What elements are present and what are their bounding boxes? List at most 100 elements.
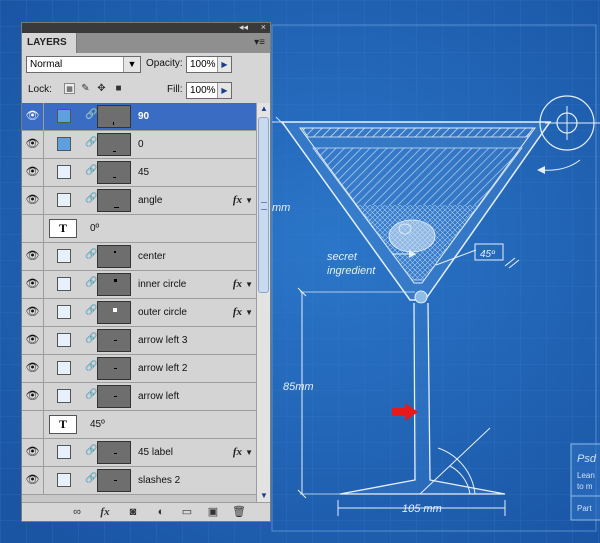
eye-icon[interactable]: 👁 — [22, 103, 44, 130]
lock-transparency-icon[interactable]: ▦ — [64, 83, 75, 94]
layer-row[interactable]: 👁 🔗 angle fx ▼ — [22, 187, 256, 215]
link-icon[interactable]: 🔗 — [85, 389, 97, 400]
eye-icon[interactable]: 👁 — [22, 271, 44, 298]
layer-row[interactable]: 👁 🔗 outer circle fx ▼ — [22, 299, 256, 327]
new-group-icon[interactable]: ▭ — [178, 505, 196, 519]
vector-mask-thumbnail[interactable] — [97, 357, 131, 380]
collapse-icon[interactable]: ◂◂ — [239, 22, 248, 32]
fill-slider-icon[interactable]: ▶ — [217, 83, 231, 98]
layer-color-swatch[interactable] — [57, 193, 71, 207]
lock-brush-icon[interactable]: ✎ — [80, 83, 91, 94]
link-icon[interactable]: 🔗 — [85, 277, 97, 288]
layer-name[interactable]: angle — [138, 187, 162, 214]
link-icon[interactable]: 🔗 — [85, 361, 97, 372]
panel-menu-icon[interactable]: ▾≡ — [254, 37, 265, 49]
eye-icon[interactable]: 👁 — [22, 299, 44, 326]
add-mask-icon[interactable]: ◙ — [124, 505, 142, 519]
lock-all-icon[interactable]: ■ — [113, 83, 124, 94]
fx-icon[interactable]: fx — [233, 299, 242, 326]
layer-row[interactable]: 👁 🔗 slashes 2 — [22, 467, 256, 495]
layer-name[interactable]: arrow left 3 — [138, 327, 187, 354]
layer-row[interactable]: 👁 🔗 90 — [22, 103, 256, 131]
text-layer-icon[interactable]: T — [49, 415, 77, 434]
fx-icon[interactable]: fx — [233, 187, 242, 214]
eye-icon[interactable]: 👁 — [22, 355, 44, 382]
vector-mask-thumbnail[interactable] — [97, 301, 131, 324]
opacity-field[interactable]: 100% ▶ — [186, 56, 232, 73]
expand-effects-icon[interactable]: ▼ — [245, 187, 253, 214]
layer-list-scrollbar[interactable]: ▲ ▼ — [256, 103, 270, 502]
vector-mask-thumbnail[interactable] — [97, 469, 131, 492]
expand-effects-icon[interactable]: ▼ — [245, 271, 253, 298]
layer-row[interactable]: 👁 🔗 arrow left — [22, 383, 256, 411]
layer-color-swatch[interactable] — [57, 473, 71, 487]
vector-mask-thumbnail[interactable] — [97, 189, 131, 212]
layer-name[interactable]: arrow left — [138, 383, 179, 410]
layer-color-swatch[interactable] — [57, 109, 71, 123]
adjustment-layer-icon[interactable]: ◐ — [152, 505, 170, 519]
layer-name[interactable]: 90 — [138, 103, 149, 130]
vector-mask-thumbnail[interactable] — [97, 385, 131, 408]
link-icon[interactable]: 🔗 — [85, 137, 97, 148]
delete-layer-icon[interactable]: 🗑 — [230, 505, 248, 519]
eye-icon[interactable]: 👁 — [22, 327, 44, 354]
layer-name[interactable]: 0 — [138, 131, 144, 158]
eye-icon[interactable]: 👁 — [22, 383, 44, 410]
fx-icon[interactable]: fx — [233, 271, 242, 298]
layer-name[interactable]: inner circle — [138, 271, 186, 298]
lock-move-icon[interactable]: ✥ — [96, 83, 107, 94]
link-icon[interactable]: 🔗 — [85, 333, 97, 344]
vector-mask-thumbnail[interactable] — [97, 105, 131, 128]
layer-color-swatch[interactable] — [57, 277, 71, 291]
eye-icon[interactable] — [22, 411, 44, 438]
close-icon[interactable]: × — [261, 22, 266, 32]
link-icon[interactable]: 🔗 — [85, 445, 97, 456]
layer-name[interactable]: outer circle — [138, 299, 187, 326]
eye-icon[interactable]: 👁 — [22, 467, 44, 494]
text-layer-icon[interactable]: T — [49, 219, 77, 238]
layer-color-swatch[interactable] — [57, 165, 71, 179]
layer-row[interactable]: 👁 🔗 arrow left 3 — [22, 327, 256, 355]
layer-row[interactable]: T 45º — [22, 411, 256, 439]
link-icon[interactable]: 🔗 — [85, 473, 97, 484]
add-layer-style-icon[interactable]: fx — [96, 505, 114, 519]
layer-color-swatch[interactable] — [57, 305, 71, 319]
blend-mode-select[interactable]: Normal ▼ — [26, 56, 141, 73]
layer-name[interactable]: arrow left 2 — [138, 355, 187, 382]
eye-icon[interactable]: 👁 — [22, 131, 44, 158]
eye-icon[interactable] — [22, 215, 44, 242]
new-layer-icon[interactable]: ▣ — [204, 505, 222, 519]
fill-field[interactable]: 100% ▶ — [186, 82, 232, 99]
link-layers-icon[interactable]: ∞ — [68, 505, 86, 519]
layer-color-swatch[interactable] — [57, 249, 71, 263]
layer-name[interactable]: 0º — [90, 215, 99, 242]
vector-mask-thumbnail[interactable] — [97, 161, 131, 184]
link-icon[interactable]: 🔗 — [85, 165, 97, 176]
vector-mask-thumbnail[interactable] — [97, 245, 131, 268]
fx-icon[interactable]: fx — [233, 439, 242, 466]
layer-name[interactable]: 45 label — [138, 439, 173, 466]
layer-row[interactable]: 👁 🔗 inner circle fx ▼ — [22, 271, 256, 299]
scroll-down-icon[interactable]: ▼ — [258, 490, 270, 502]
link-icon[interactable]: 🔗 — [85, 109, 97, 120]
expand-effects-icon[interactable]: ▼ — [245, 299, 253, 326]
eye-icon[interactable]: 👁 — [22, 187, 44, 214]
scroll-up-icon[interactable]: ▲ — [258, 103, 270, 115]
vector-mask-thumbnail[interactable] — [97, 441, 131, 464]
opacity-slider-icon[interactable]: ▶ — [217, 57, 231, 72]
layer-color-swatch[interactable] — [57, 333, 71, 347]
vector-mask-thumbnail[interactable] — [97, 133, 131, 156]
panel-titlebar[interactable]: ◂◂ × — [22, 22, 270, 33]
layer-name[interactable]: slashes 2 — [138, 467, 180, 494]
layer-name[interactable]: 45º — [90, 411, 105, 438]
layer-row[interactable]: 👁 🔗 0 — [22, 131, 256, 159]
layer-row[interactable]: 👁 🔗 45 — [22, 159, 256, 187]
link-icon[interactable]: 🔗 — [85, 249, 97, 260]
vector-mask-thumbnail[interactable] — [97, 329, 131, 352]
expand-effects-icon[interactable]: ▼ — [245, 439, 253, 466]
eye-icon[interactable]: 👁 — [22, 243, 44, 270]
tab-layers[interactable]: LAYERS — [22, 33, 77, 53]
vector-mask-thumbnail[interactable] — [97, 273, 131, 296]
scrollbar-thumb[interactable] — [258, 117, 269, 293]
link-icon[interactable]: 🔗 — [85, 305, 97, 316]
